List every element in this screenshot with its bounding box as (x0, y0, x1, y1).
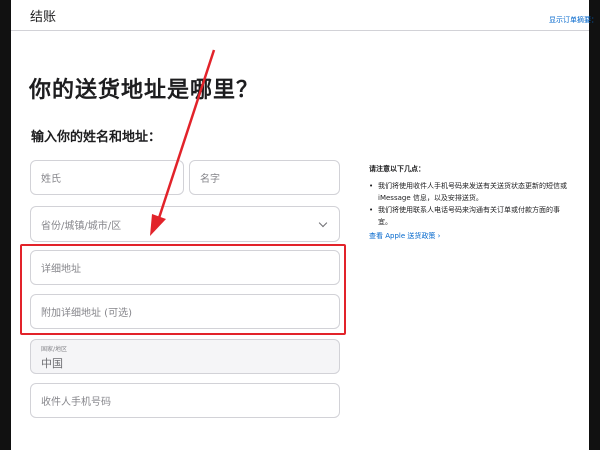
notes-panel: 请注意以下几点： • 我们将使用收件人手机号码来发送有关送货状态更新的短信或 i… (369, 163, 569, 242)
bullet-icon: • (369, 182, 374, 190)
bullet-icon: • (369, 206, 374, 214)
delivery-policy-link[interactable]: 查看 Apple 送货政策 › (369, 230, 569, 242)
notes-item: • 我们将使用联系人电话号码来沟通有关订单或付款方面的事宜。 (369, 204, 569, 228)
notes-item: • 我们将使用收件人手机号码来发送有关送货状态更新的短信或 iMessage 信… (369, 180, 569, 204)
notes-item-text: 我们将使用联系人电话号码来沟通有关订单或付款方面的事宜。 (378, 206, 560, 226)
notes-title: 请注意以下几点： (369, 165, 425, 173)
notes-item-text: 我们将使用收件人手机号码来发送有关送货状态更新的短信或 iMessage 信息，… (378, 182, 567, 202)
